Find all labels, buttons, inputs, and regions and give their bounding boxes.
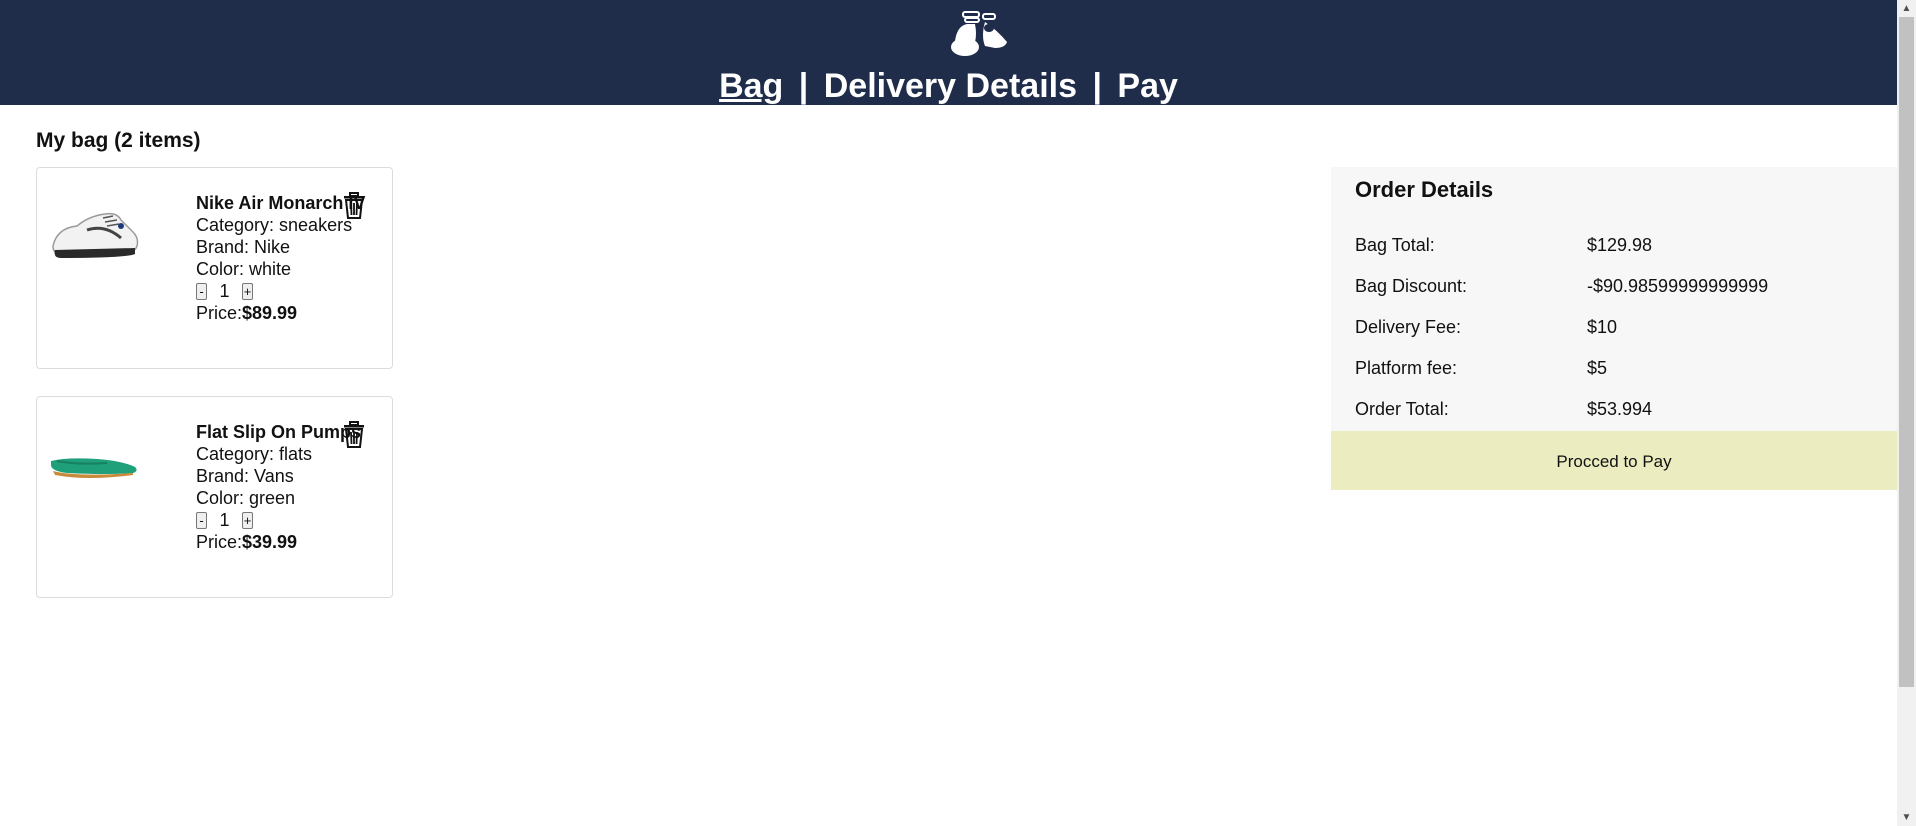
scroll-down-arrow-icon[interactable]: ▼: [1897, 809, 1916, 826]
scroll-thumb[interactable]: [1899, 17, 1914, 687]
item-price: Price:$89.99: [196, 302, 366, 324]
row-label: Order Total:: [1355, 399, 1449, 419]
scroll-up-arrow-icon[interactable]: ▲: [1897, 0, 1916, 17]
item-price: Price:$39.99: [196, 531, 366, 553]
quantity-stepper: - 1 +: [196, 280, 366, 302]
qty-value: 1: [219, 281, 230, 301]
price-label: Price:: [196, 532, 243, 552]
trash-icon[interactable]: [343, 421, 365, 448]
row-label: Bag Total:: [1355, 235, 1435, 255]
bag-title: My bag (2 items): [36, 129, 201, 152]
trash-icon[interactable]: [343, 192, 365, 219]
qty-decrease-button[interactable]: -: [196, 282, 207, 300]
row-value: $53.994: [1587, 399, 1653, 419]
item-category: Category: sneakers: [196, 215, 353, 235]
step-separator: |: [798, 67, 809, 105]
bag-item-card: Nike Air Monarch IV Category: sneakers B…: [36, 167, 393, 369]
step-bag[interactable]: Bag: [719, 67, 783, 105]
shoes-icon: [951, 11, 1007, 56]
row-label: Bag Discount:: [1355, 276, 1468, 296]
item-color: Color: white: [196, 259, 292, 279]
proceed-to-pay-button[interactable]: Procced to Pay: [1331, 431, 1897, 490]
item-name[interactable]: Flat Slip On Pumps: [196, 421, 366, 443]
price-label: Price:: [196, 303, 243, 323]
step-delivery-details[interactable]: Delivery Details: [824, 67, 1077, 105]
price-value: $39.99: [242, 532, 298, 552]
sneaker-image: [52, 212, 139, 258]
price-value: $89.99: [242, 303, 298, 323]
order-details-panel: Order Details Bag Total: $129.98 Bag Dis…: [1331, 167, 1897, 490]
row-label: Delivery Fee:: [1355, 317, 1462, 337]
bag-item-card: Flat Slip On Pumps Category: flats Brand…: [36, 396, 393, 598]
item-name[interactable]: Nike Air Monarch IV: [196, 192, 366, 214]
flat-shoe-image: [51, 458, 137, 478]
item-info: Nike Air Monarch IV Category: sneakers B…: [196, 192, 366, 324]
step-separator: |: [1092, 67, 1102, 105]
row-label: Platform fee:: [1355, 358, 1458, 378]
qty-increase-button[interactable]: +: [242, 282, 253, 300]
quantity-stepper: - 1 +: [196, 509, 366, 531]
row-value: $5: [1587, 358, 1608, 378]
item-brand: Brand: Nike: [196, 237, 291, 257]
step-pay[interactable]: Pay: [1117, 67, 1178, 105]
top-header: Bag | Delivery Details | Pay: [0, 0, 1897, 105]
row-value: $10: [1587, 317, 1618, 337]
item-brand: Brand: Vans: [196, 466, 294, 486]
qty-value: 1: [219, 510, 230, 530]
vertical-scrollbar[interactable]: ▲ ▼: [1897, 0, 1916, 826]
order-details-title: Order Details: [1355, 177, 1494, 202]
item-category: Category: flats: [196, 444, 313, 464]
item-info: Flat Slip On Pumps Category: flats Brand…: [196, 421, 366, 553]
row-value: $129.98: [1587, 235, 1653, 255]
row-value: -$90.98599999999999: [1587, 276, 1769, 296]
qty-increase-button[interactable]: +: [242, 511, 253, 529]
qty-decrease-button[interactable]: -: [196, 511, 207, 529]
checkout-steps: Bag | Delivery Details | Pay: [0, 66, 1897, 106]
item-color: Color: green: [196, 488, 296, 508]
